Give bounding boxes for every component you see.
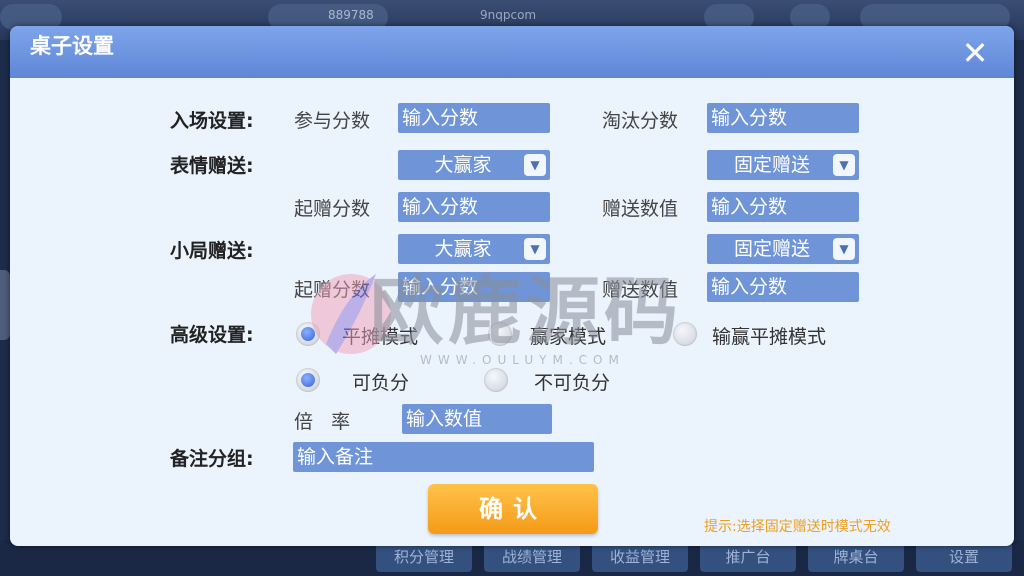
table-settings-dialog: 桌子设置 ✕ 入场设置: 参与分数 输入分数 淘汰分数 输入分数 表情赠送: 大… [10,26,1014,546]
dialog-title-bar: 桌子设置 ✕ [10,26,1014,78]
emoji-start-score-input[interactable]: 输入分数 [398,192,550,222]
round-mode-value: 固定赠送 [733,238,810,260]
round-mode-select[interactable]: 固定赠送 ▼ [707,234,859,264]
advanced-settings-label: 高级设置: [170,324,254,346]
emoji-start-score-label: 起赠分数 [294,198,371,220]
note-input[interactable]: 输入备注 [293,442,594,472]
mode-winloss-label: 输赢平摊模式 [712,326,827,348]
join-score-input[interactable]: 输入分数 [398,103,550,133]
bg-bottom-button: 战绩管理 [484,542,580,572]
bg-bottom-button: 收益管理 [592,542,688,572]
bg-bottom-button: 积分管理 [376,542,472,572]
round-gift-value-label: 赠送数值 [602,279,679,301]
join-score-label: 参与分数 [294,110,371,132]
close-icon[interactable]: ✕ [960,37,990,69]
entry-settings-label: 入场设置: [170,110,254,132]
hint-text: 提示:选择固定赠送时模式无效 [704,519,891,535]
bg-side-tab [0,270,10,340]
bg-site-text: 9nqpcom [480,8,537,22]
note-group-label: 备注分组: [170,448,254,470]
chevron-down-icon: ▼ [833,238,855,260]
emoji-gift-value-label: 赠送数值 [602,198,679,220]
bg-bottom-button: 牌桌台 [808,542,904,572]
watermark-logo-icon [311,274,391,354]
mode-winner-radio[interactable] [488,322,512,346]
round-start-score-input[interactable]: 输入分数 [398,272,550,302]
watermark: 欧鹿源码 WWW.OULUYM.COM [370,252,682,367]
chevron-down-icon: ▼ [524,238,546,260]
rate-input[interactable]: 输入数值 [402,404,552,434]
round-gift-label: 小局赠送: [170,240,254,262]
chevron-down-icon: ▼ [833,154,855,176]
mode-winner-label: 赢家模式 [530,326,607,348]
round-gift-value-input[interactable]: 输入分数 [707,272,859,302]
bg-score: 889788 [328,8,374,22]
rate-label: 倍 率 [294,411,351,433]
emoji-gift-value-input[interactable]: 输入分数 [707,192,859,222]
eliminate-score-input[interactable]: 输入分数 [707,103,859,133]
eliminate-score-label: 淘汰分数 [602,110,679,132]
dialog-title: 桌子设置 [30,34,114,58]
emoji-mode-select[interactable]: 固定赠送 ▼ [707,150,859,180]
no-negative-label: 不可负分 [534,372,611,394]
chevron-down-icon: ▼ [524,154,546,176]
emoji-mode-value: 固定赠送 [733,154,810,176]
no-negative-radio[interactable] [484,368,508,392]
emoji-winner-value: 大赢家 [434,154,492,176]
watermark-url: WWW.OULUYM.COM [420,353,625,367]
bg-bottom-button: 推广台 [700,542,796,572]
round-winner-select[interactable]: 大赢家 ▼ [398,234,550,264]
mode-winloss-radio[interactable] [673,322,697,346]
round-winner-value: 大赢家 [434,238,492,260]
bg-bottom-button: 设置 [916,542,1012,572]
emoji-winner-select[interactable]: 大赢家 ▼ [398,150,550,180]
confirm-button[interactable]: 确认 [428,484,598,534]
emoji-gift-label: 表情赠送: [170,155,254,177]
